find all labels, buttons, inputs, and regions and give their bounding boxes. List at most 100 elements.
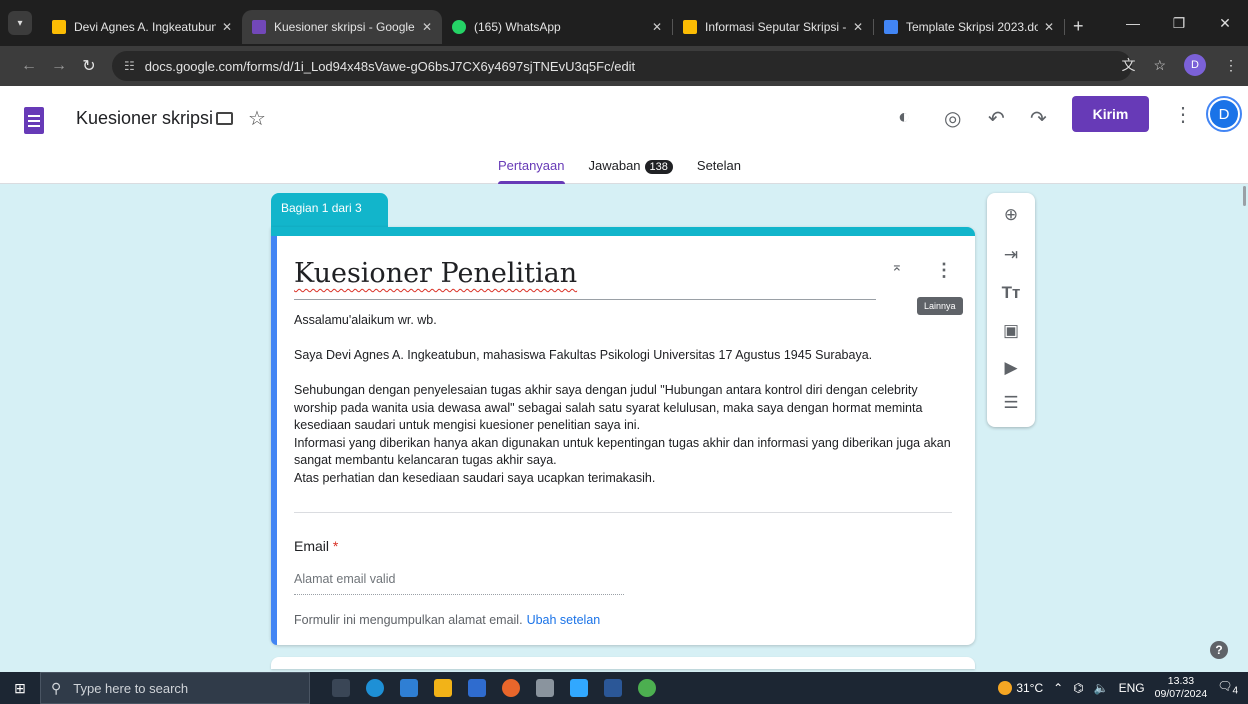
help-icon[interactable]: ? <box>1210 641 1228 659</box>
forms-favicon-icon <box>252 20 266 34</box>
description-line: Atas perhatian dan kesediaan saudari say… <box>294 470 656 485</box>
import-questions-icon[interactable]: ⇥ <box>987 245 1035 265</box>
close-tab-icon[interactable]: ✕ <box>652 20 662 34</box>
section-title[interactable]: Kuesioner Penelitian <box>294 258 577 289</box>
description-line: Sehubungan dengan penyelesaian tugas akh… <box>294 383 923 432</box>
browser-tab-2[interactable]: Kuesioner skripsi - Google F ✕ <box>242 10 442 44</box>
back-icon[interactable]: ← <box>14 57 44 75</box>
browser-profile-avatar[interactable]: D <box>1184 54 1206 76</box>
browser-tab-5[interactable]: Template Skripsi 2023.docx ✕ <box>874 10 1064 44</box>
form-doc-title[interactable]: Kuesioner skripsi <box>76 108 213 129</box>
tray-chevron-icon[interactable]: ⌃ <box>1053 681 1063 695</box>
tab-responses[interactable]: Jawaban 138 <box>589 158 673 184</box>
preview-eye-icon[interactable]: ◎ <box>944 106 961 131</box>
browser-tab-title: Kuesioner skripsi - Google F <box>274 20 416 34</box>
description-divider <box>294 512 952 513</box>
url-bar[interactable]: ☷ docs.google.com/forms/d/1i_Lod94x48sVa… <box>112 51 1132 81</box>
collapse-section-icon[interactable]: ⌅ <box>891 258 903 275</box>
site-info-icon[interactable]: ☷ <box>124 59 135 73</box>
browser-tab-3[interactable]: (165) WhatsApp ✕ <box>442 10 672 44</box>
section-description[interactable]: Assalamu'alaikum wr. wb. Saya Devi Agnes… <box>294 312 954 487</box>
close-tab-icon[interactable]: ✕ <box>222 20 232 34</box>
change-settings-link[interactable]: Ubah setelan <box>527 613 601 627</box>
temperature: 31°C <box>1016 680 1044 695</box>
network-icon[interactable]: ⌬ <box>1073 681 1083 695</box>
close-tab-icon[interactable]: ✕ <box>853 20 863 34</box>
task-view-icon[interactable] <box>332 679 350 697</box>
google-forms-logo-icon[interactable] <box>24 107 44 134</box>
palette-icon[interactable]: ◐ <box>898 106 910 129</box>
section-header-card[interactable]: Kuesioner Penelitian ⌅ ⋮ Assalamu'alaiku… <box>271 227 975 645</box>
address-bar-actions: 文 ☆ D ⋮ <box>1121 54 1238 76</box>
add-title-icon[interactable]: Tт <box>987 283 1035 303</box>
clock-time: 13.33 <box>1167 675 1195 687</box>
browser-menu-icon[interactable]: ⋮ <box>1224 57 1238 74</box>
description-gap <box>294 330 954 348</box>
close-window-icon[interactable]: ✕ <box>1202 15 1248 32</box>
notification-count: 4 <box>1232 685 1238 697</box>
star-icon[interactable]: ☆ <box>248 106 266 131</box>
send-button[interactable]: Kirim <box>1072 96 1149 132</box>
account-avatar[interactable]: D <box>1206 96 1242 132</box>
close-tab-icon[interactable]: ✕ <box>1044 20 1054 34</box>
taskbar-search-placeholder: Type here to search <box>73 680 189 696</box>
tab-questions[interactable]: Pertanyaan <box>498 158 565 184</box>
redo-icon[interactable]: ↷ <box>1030 106 1047 131</box>
active-card-indicator <box>271 236 277 645</box>
word-icon[interactable] <box>604 679 622 697</box>
close-tab-icon[interactable]: ✕ <box>422 20 432 34</box>
browser-tab-1[interactable]: Devi Agnes A. Ingkeatubun ✕ <box>42 10 242 44</box>
weather-sun-icon <box>998 681 1013 696</box>
add-question-icon[interactable]: ⊕ <box>987 205 1035 225</box>
page-scrollbar[interactable] <box>1243 186 1246 206</box>
undo-icon[interactable]: ↶ <box>988 106 1005 131</box>
next-question-card[interactable] <box>271 657 975 669</box>
forward-icon[interactable]: → <box>44 57 74 75</box>
title-underline <box>294 299 876 300</box>
windows-start-icon[interactable]: ⊞ <box>0 680 40 697</box>
add-section-icon[interactable]: ☰ <box>987 393 1035 413</box>
browser-tab-title: Informasi Seputar Skripsi - G <box>705 20 847 34</box>
store-icon[interactable] <box>468 679 486 697</box>
email-label: Email * <box>294 538 338 554</box>
browser-tab-4[interactable]: Informasi Seputar Skripsi - G ✕ <box>673 10 873 44</box>
whatsapp-favicon-icon <box>452 20 466 34</box>
email-note-text: Formulir ini mengumpulkan alamat email. <box>294 613 523 627</box>
taskbar-apps <box>332 679 656 697</box>
photoshop-icon[interactable] <box>570 679 588 697</box>
taskbar-search[interactable]: ⚲ Type here to search <box>40 672 310 704</box>
section-label: Bagian 1 dari 3 <box>271 193 388 227</box>
email-collection-note: Formulir ini mengumpulkan alamat email. U… <box>294 613 600 627</box>
restore-icon[interactable]: ❐ <box>1156 15 1202 32</box>
required-asterisk: * <box>332 538 339 554</box>
firefox-icon[interactable] <box>502 679 520 697</box>
camera-icon[interactable] <box>536 679 554 697</box>
add-video-icon[interactable]: ▶ <box>987 358 1035 378</box>
clock[interactable]: 13.33 09/07/2024 <box>1155 675 1208 701</box>
description-line: Saya Devi Agnes A. Ingkeatubun, mahasisw… <box>294 348 873 362</box>
folder-icon[interactable] <box>216 112 233 125</box>
notifications-icon[interactable]: 🗨4 <box>1217 679 1238 696</box>
tab-search-chevron-icon[interactable]: ▾ <box>8 11 32 35</box>
chrome-icon[interactable] <box>638 679 656 697</box>
more-options-icon[interactable]: ⋮ <box>1173 102 1193 127</box>
mail-icon[interactable] <box>400 679 418 697</box>
bookmark-star-icon[interactable]: ☆ <box>1153 57 1166 74</box>
windows-taskbar: ⊞ ⚲ Type here to search 31°C ⌃ ⌬ 🔈 ENG 1… <box>0 672 1248 704</box>
language-indicator[interactable]: ENG <box>1119 681 1145 695</box>
description-gap <box>294 365 954 383</box>
edge-icon[interactable] <box>366 679 384 697</box>
search-icon: ⚲ <box>51 679 62 696</box>
minimize-icon[interactable]: — <box>1110 15 1156 31</box>
file-explorer-icon[interactable] <box>434 679 452 697</box>
weather-widget[interactable]: 31°C <box>998 681 1043 696</box>
tab-settings[interactable]: Setelan <box>697 158 741 184</box>
translate-icon[interactable]: 文 <box>1121 55 1135 75</box>
volume-icon[interactable]: 🔈 <box>1094 681 1109 695</box>
new-tab-icon[interactable]: + <box>1073 16 1084 37</box>
section-more-icon[interactable]: ⋮ <box>935 260 953 281</box>
add-image-icon[interactable]: ▣ <box>987 321 1035 341</box>
response-count-badge: 138 <box>644 160 673 174</box>
description-line: Assalamu'alaikum wr. wb. <box>294 313 437 327</box>
reload-icon[interactable]: ↻ <box>74 56 104 76</box>
